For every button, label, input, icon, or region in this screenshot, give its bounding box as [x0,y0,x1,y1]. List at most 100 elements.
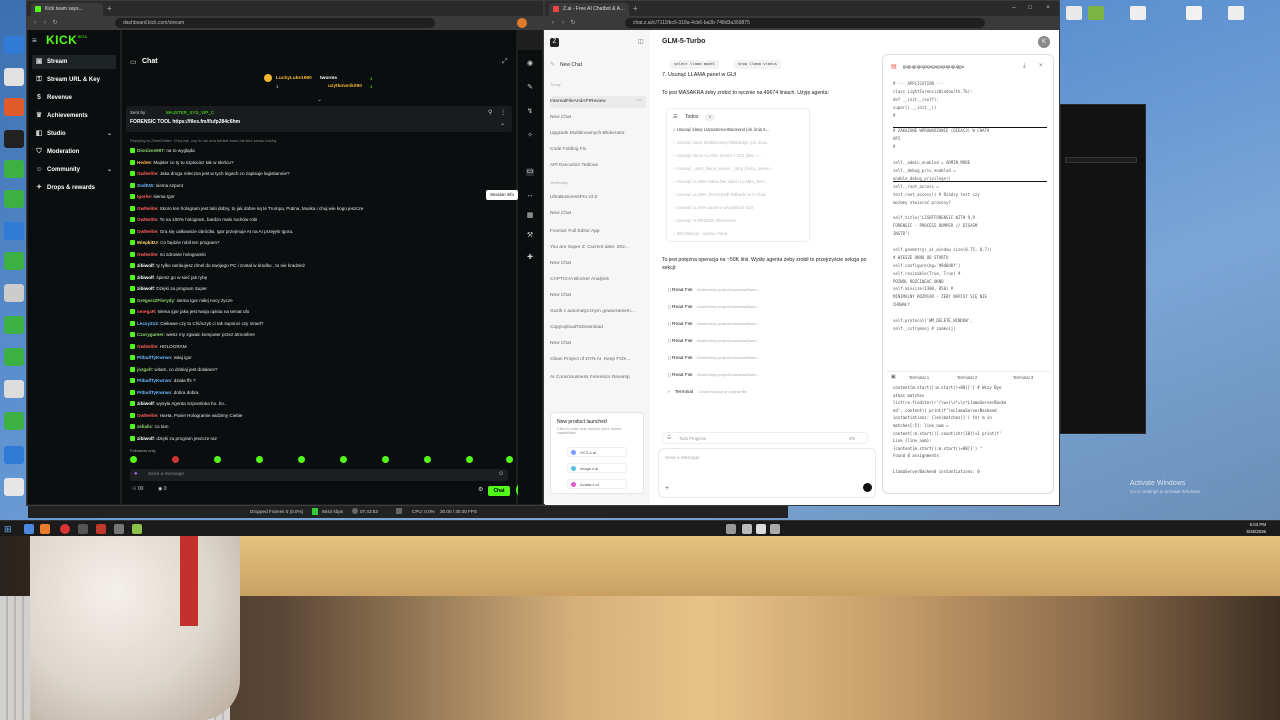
desktop-app-icon[interactable] [1066,6,1082,20]
promo-link[interactable]: image.z.ai [567,463,627,473]
download-icon[interactable]: ⤓ [1023,63,1026,70]
nav-moderation[interactable]: ⛉ Moderation [32,145,116,159]
chat-username[interactable]: Owl5elite [137,252,157,257]
chat-message[interactable]: PitbullTyKwrwo: witaj igor [130,353,510,362]
chat-username[interactable]: Owl5elite [137,229,157,234]
desktop-app-icon[interactable] [1088,6,1104,20]
chat-history-item[interactable]: Guzik z automatycznym gowarzaniem... [550,306,646,318]
desktop-app-icon[interactable] [4,68,24,86]
desktop-app-icon[interactable] [4,222,24,240]
emote-icon[interactable] [130,456,137,463]
chat-username[interactable]: PitbullTyKwrwo [137,378,171,383]
puzzle-icon[interactable]: ✚ [526,254,534,262]
close-icon[interactable]: × [1039,63,1043,69]
emote-icon[interactable] [506,456,513,463]
chat-username[interactable]: PitbullTyKwrwo [137,390,171,395]
chat-username[interactable]: Owl5elite [137,344,157,349]
chat-message[interactable]: Owl5elite: Jaka droga mleczna jest w tyc… [130,169,510,178]
chat-username[interactable]: zibiwolf [137,401,154,406]
chat-username[interactable]: zibiwolf [137,436,154,441]
chat-message[interactable]: PitbullTyKwrwo: dobra dobra [130,388,510,397]
maximize-icon[interactable]: □ [1025,3,1035,13]
desktop-app-icon[interactable] [4,98,24,116]
chat-username[interactable]: Czorygamer [137,332,164,337]
desktop-app-icon[interactable] [4,348,24,366]
taskbar-app-icon[interactable] [726,524,736,534]
chat-history-item[interactable]: AI Consciousness Forensics Revamp [550,372,646,384]
chat-username[interactable]: Owl5elite [137,413,157,418]
terminal-tab[interactable]: Terminal 2 [957,375,977,380]
clock-time[interactable]: 6:03 PM [1226,522,1266,527]
stop-button[interactable] [863,483,872,492]
chat-username[interactable]: zelialic [137,424,152,429]
chat-username[interactable]: zibiwolf [137,286,154,291]
address-input[interactable]: chat.z.ai/c/7111fbc6-318a-4cb6-ba3b-748d… [625,18,985,28]
desktop-app-icon[interactable] [1186,6,1202,20]
desktop-app-icon[interactable] [4,284,24,302]
new-tab-icon[interactable]: + [107,4,112,13]
menu-icon[interactable]: ≡ [32,36,37,45]
back-icon[interactable]: ‹ [31,19,39,27]
chat-message[interactable]: Dionizos997: na to wygląda [130,146,510,155]
chat-history-item[interactable]: Clean Project of DYN AI, Keep FOX... [550,354,646,366]
reload-icon[interactable]: ↻ [51,19,59,27]
promo-link[interactable]: OCS.z.ai [567,447,627,457]
chat-message[interactable]: Hede6: Majster co ty tu szpiocisz tak w … [130,158,510,167]
taskbar-app-icon[interactable] [756,524,766,534]
chat-history-item[interactable]: API Execution Tedious [550,160,646,172]
chat-message[interactable]: zibiwolf: wysyła Agenta Szpontinka ho..h… [130,399,510,408]
background-window[interactable] [1060,104,1146,434]
chat-username[interactable]: Owl5elite [137,171,157,176]
chat-message[interactable]: Owl5elite: HaHa, Panie Hologramie widzim… [130,411,510,420]
desktop-app-icon[interactable] [4,380,24,398]
chat-history-item[interactable]: New Chat [550,112,646,124]
tool-call-read-file[interactable]: ▯ Read File/home/citmy project/download/… [668,288,818,293]
chat-history-item[interactable]: You are Super Z. Current date: 202... [550,242,646,254]
chat-message[interactable]: SodKW: siema szpont [130,181,510,190]
close-icon[interactable]: × [1043,3,1053,13]
leaderboard-user[interactable]: uzytkownik090 [328,84,362,89]
tool-call-terminal[interactable]: › Terminal Create backup of original fil… [668,390,818,400]
settings-icon[interactable]: ⚙ [478,486,483,493]
taskbar-app-icon[interactable] [78,524,88,534]
emote-icon[interactable] [172,456,179,463]
chat-message[interactable]: zibiwolf: dzięki za program jeszcze raz [130,434,510,443]
tool-call-read-file[interactable]: ▯ Read File/home/citmy project/download/… [668,356,818,361]
more-icon[interactable]: ⋯ [636,97,642,104]
pinned-text[interactable]: FORENSIC TOOL https://files.fm/f/ufp284c… [130,119,240,125]
avatar[interactable]: K [1038,36,1050,48]
promo-link[interactable]: Avatar.z.ai [567,479,627,489]
chevron-down-icon[interactable]: ⌄ [317,96,322,103]
nav-studio[interactable]: ◧ Studio ⌄ [32,127,116,141]
chat-message[interactable]: Igorke: siema Igor [130,192,510,201]
taskbar-app-icon[interactable] [24,524,34,534]
tool-call-read-file[interactable]: ▯ Read File/home/citmy project/download/… [668,373,818,378]
kick-logo[interactable]: KICK [46,33,77,47]
emote-icon[interactable] [214,456,221,463]
new-tab-icon[interactable]: + [633,4,638,13]
chat-message[interactable]: zibiwolf: ty tylko ramkujesz dmel do swo… [130,261,510,270]
tab-kick[interactable]: Kick team says... [31,3,103,16]
desktop-app-icon[interactable] [4,190,24,208]
chat-history-item[interactable]: Foxmal: Full Editor App [550,226,646,238]
emoji-icon[interactable]: ☺ [498,471,504,477]
nav-achievements[interactable]: ♛ Achievements [32,109,116,123]
emote-icon[interactable] [424,456,431,463]
pin-icon[interactable]: ⚲ [488,109,492,116]
model-selector[interactable]: GLM-5-Turbo [662,38,705,45]
emote-icon[interactable] [298,456,305,463]
nav-drops-rewards[interactable]: ✦ Drops & rewards [32,181,116,195]
clock-date[interactable]: 5/26/2026 [1226,529,1266,534]
chat-history-item[interactable]: Code Folding Fix [550,144,646,156]
taskbar-app-icon[interactable] [770,524,780,534]
search-field[interactable] [1065,157,1137,163]
desktop-app-icon[interactable] [4,316,24,334]
emote-icon[interactable] [256,456,263,463]
chat-message[interactable]: zibiwolf: Dzięki za program Super [130,284,510,293]
desktop-app-icon[interactable] [4,160,24,178]
chat-username[interactable]: omegaR [137,309,155,314]
nav-stream-key[interactable]: ⚿ Stream URL & Key [32,73,116,87]
taskbar-app-icon[interactable] [40,524,50,534]
chat-username[interactable]: Dionizos997 [137,148,164,153]
taskbar-app-icon[interactable] [114,524,124,534]
